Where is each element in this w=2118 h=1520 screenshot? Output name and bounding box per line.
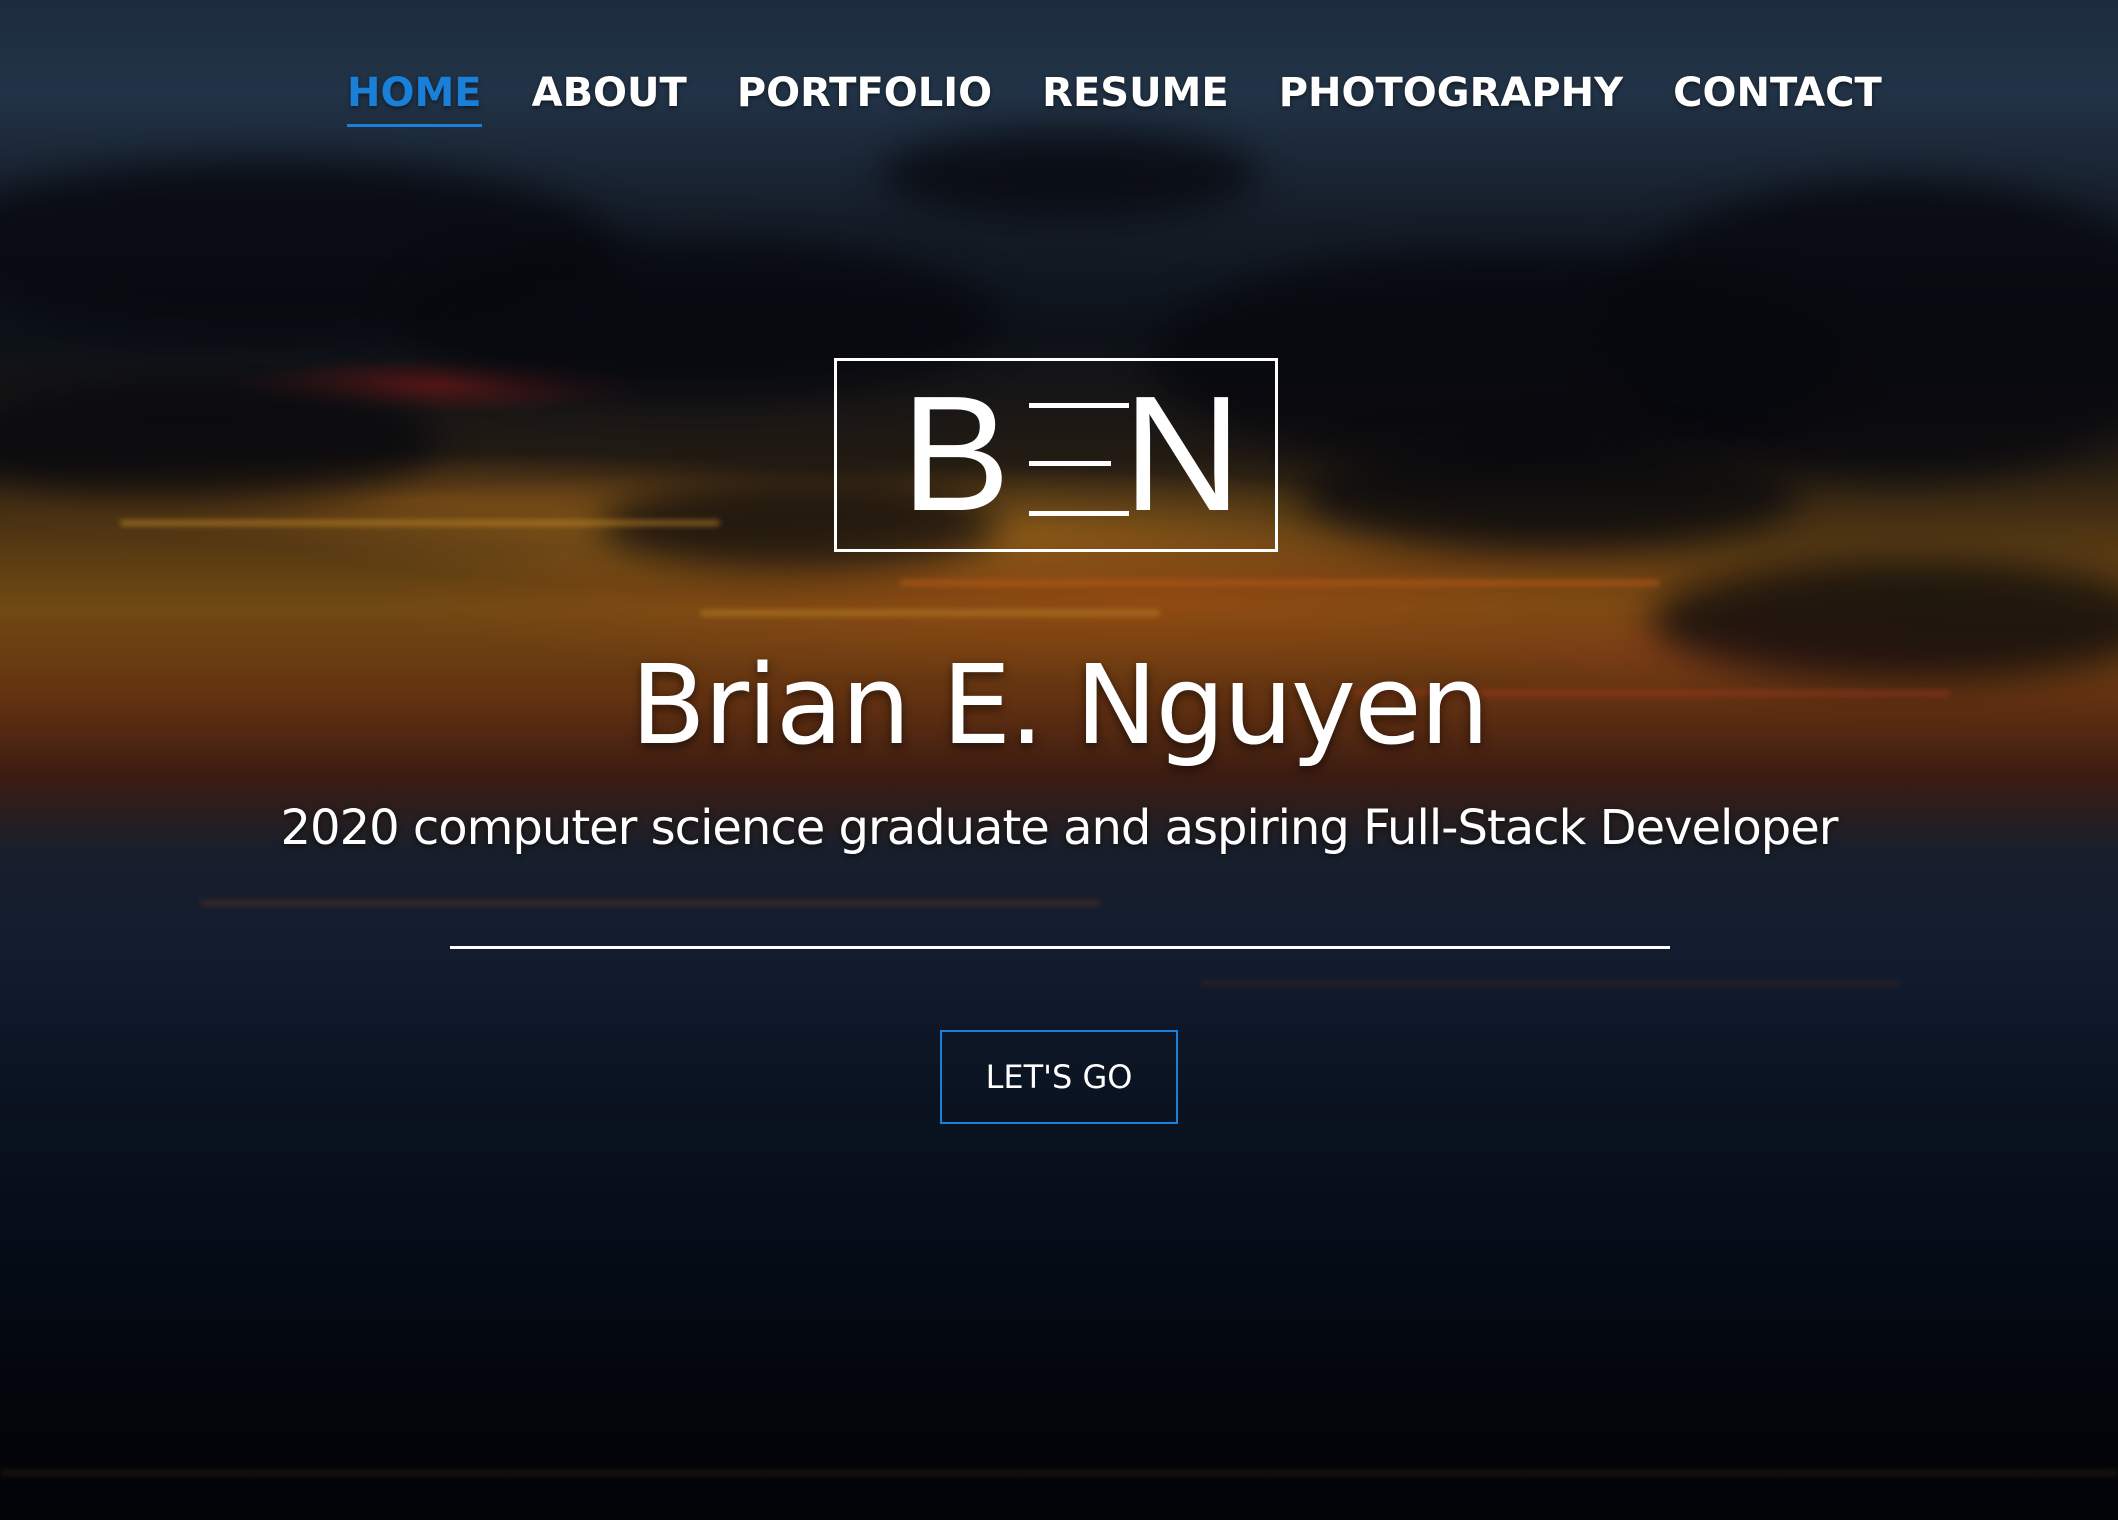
logo-letter-e-bar-top — [1029, 403, 1129, 408]
nav-portfolio-link[interactable]: PORTFOLIO — [737, 66, 992, 127]
nav-contact-link[interactable]: CONTACT — [1673, 66, 1882, 127]
nav-list: HOME ABOUT PORTFOLIO RESUME PHOTOGRAPHY … — [347, 66, 1882, 127]
lets-go-button[interactable]: LET'S GO — [940, 1030, 1178, 1124]
ben-logo: B N — [834, 358, 1278, 552]
nav-home-link[interactable]: HOME — [347, 66, 482, 127]
logo-letter-e-bar-middle — [1029, 461, 1111, 466]
hero-tagline: 2020 computer science graduate and aspir… — [280, 800, 1839, 856]
logo-letter-b: B — [901, 362, 1011, 545]
hero-name: Brian E. Nguyen — [630, 641, 1489, 769]
nav-about-link[interactable]: ABOUT — [532, 66, 687, 127]
logo-letter-n: N — [1123, 362, 1242, 545]
logo-letter-e-bar-bottom — [1029, 511, 1129, 516]
hero-section: HOME ABOUT PORTFOLIO RESUME PHOTOGRAPHY … — [0, 0, 2118, 1520]
hero-divider — [450, 946, 1670, 949]
nav-photography-link[interactable]: PHOTOGRAPHY — [1279, 66, 1623, 127]
nav-resume-link[interactable]: RESUME — [1042, 66, 1229, 127]
